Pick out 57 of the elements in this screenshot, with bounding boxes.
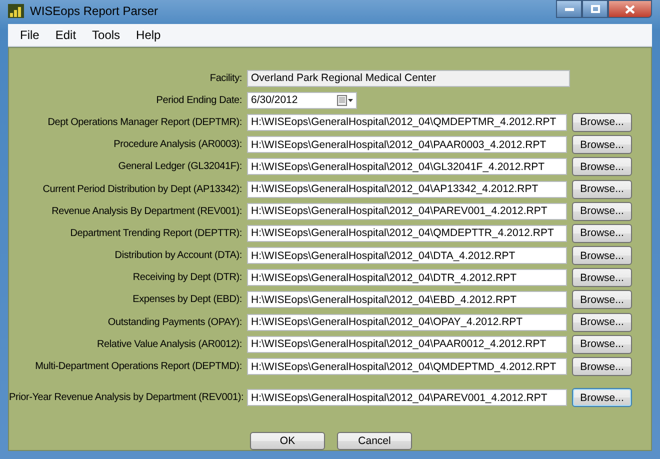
close-button[interactable]: [608, 0, 652, 18]
menu-item[interactable]: File: [12, 28, 48, 42]
browse-button[interactable]: Browse...: [572, 135, 632, 154]
browse-button[interactable]: Browse...: [572, 202, 632, 221]
browse-button[interactable]: Browse...: [572, 357, 632, 376]
field-label: Revenue Analysis By Department (REV001):: [50, 206, 243, 217]
field-label: Expenses by Dept (EBD):: [132, 294, 243, 306]
close-icon: [625, 4, 635, 14]
field-label: Prior-Year Revenue Analysis by Department (REV001):: [9, 392, 245, 404]
browse-button[interactable]: Browse...: [572, 180, 632, 199]
bar-chart-icon: [8, 4, 24, 18]
field-label: General Ledger (GL32041F):: [117, 161, 243, 172]
field-label: Multi-Department Operations Report (DEPTMD):: [34, 361, 243, 372]
browse-button[interactable]: Browse...: [572, 112, 632, 132]
browse-button[interactable]: Browse...: [572, 334, 632, 354]
browse-button[interactable]: Browse...: [572, 224, 632, 243]
field-label: Outstanding Payments (OPAY):: [106, 316, 243, 328]
file-path-field[interactable]: H:\WISEops\GeneralHospital\2012_04\OPAY_4.2012.RPT: [247, 314, 567, 331]
file-path-field[interactable]: H:\WISEops\GeneralHospital\2012_04\PAREV001_4.2012.RPT: [247, 389, 567, 406]
field-label: Dept Operations Manager Report (DEPTMR):: [46, 116, 243, 128]
window-title: WISEops Report Parser: [30, 4, 158, 18]
field-label: Receiving by Dept (DTR):: [132, 272, 243, 284]
maximize-button[interactable]: [582, 0, 608, 18]
browse-button[interactable]: Browse...: [572, 246, 632, 266]
field-label: Procedure Analysis (AR0003):: [112, 139, 243, 150]
calendar-icon: [337, 94, 353, 106]
browse-button[interactable]: Browse...: [572, 290, 632, 310]
browse-button[interactable]: Browse...: [572, 268, 632, 288]
file-path-field[interactable]: H:\WISEops\GeneralHospital\2012_04\QMDEPTTR_4.2012.RPT: [247, 224, 567, 242]
cancel-button[interactable]: Cancel: [337, 432, 412, 450]
file-path-field[interactable]: H:\WISEops\GeneralHospital\2012_04\QMDEPTMR_4.2012.RPT: [247, 114, 567, 131]
file-path-field[interactable]: H:\WISEops\GeneralHospital\2012_04\PAAR0012_4.2012.RPT: [247, 336, 567, 353]
file-path-field[interactable]: H:\WISEops\GeneralHospital\2012_04\DTA_4.2012.RPT: [247, 247, 567, 264]
browse-button[interactable]: Browse...: [572, 157, 632, 176]
field-label: Period Ending Date:: [155, 94, 243, 106]
menu-item[interactable]: Edit: [47, 28, 84, 42]
file-path-field[interactable]: H:\WISEops\GeneralHospital\2012_04\AP13342_4.2012.RPT: [247, 180, 567, 198]
file-path-field[interactable]: H:\WISEops\GeneralHospital\2012_04\PAAR0003_4.2012.RPT: [247, 136, 567, 154]
file-path-field[interactable]: H:\WISEops\GeneralHospital\2012_04\EBD_4.2012.RPT: [247, 291, 567, 308]
minimize-icon: [564, 8, 574, 10]
field-label: Distribution by Account (DTA):: [114, 250, 243, 262]
field-label: Relative Value Analysis (AR0012):: [96, 338, 243, 350]
date-picker[interactable]: 6/30/2012: [247, 92, 357, 109]
file-path-field[interactable]: H:\WISEops\GeneralHospital\2012_04\DTR_4.2012.RPT: [247, 269, 567, 286]
menu-item[interactable]: Tools: [84, 28, 128, 42]
file-path-field[interactable]: H:\WISEops\GeneralHospital\2012_04\PAREV001_4.2012.RPT: [247, 202, 567, 220]
file-path-field[interactable]: H:\WISEops\GeneralHospital\2012_04\QMDEPTMD_4.2012.RPT: [247, 358, 567, 376]
maximize-icon: [590, 5, 600, 13]
field-label: Facility:: [208, 72, 243, 84]
browse-button[interactable]: Browse...: [572, 312, 632, 332]
menu-item[interactable]: Help: [128, 28, 169, 42]
file-path-field[interactable]: H:\WISEops\GeneralHospital\2012_04\GL32041F_4.2012.RPT: [247, 158, 567, 176]
field-label: Department Trending Report (DEPTTR):: [69, 228, 243, 239]
minimize-button[interactable]: [556, 0, 582, 18]
browse-button[interactable]: Browse...: [572, 388, 632, 408]
ok-button[interactable]: OK: [250, 432, 325, 450]
field-label: Current Period Distribution by Dept (AP13342):: [42, 184, 243, 195]
